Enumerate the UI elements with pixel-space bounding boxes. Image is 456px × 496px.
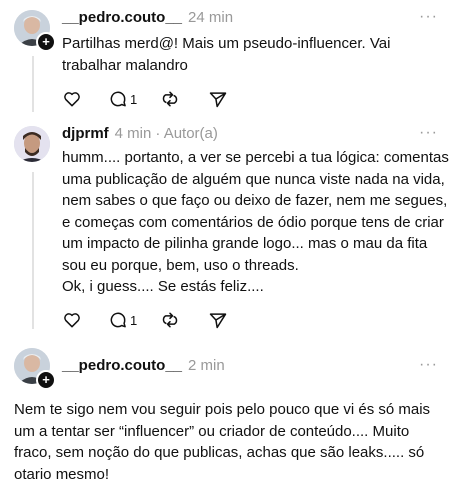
repost-icon [162, 91, 178, 107]
avatar-pedro[interactable]: + [14, 348, 56, 390]
timestamp: 2 min [188, 357, 225, 374]
timestamp: 24 min [188, 9, 234, 26]
like-button[interactable] [62, 88, 82, 110]
avatar-image [14, 126, 50, 162]
comment-icon [110, 91, 126, 107]
repost-icon [162, 312, 178, 328]
post-header: __pedro.couto__ 24 min [62, 9, 233, 26]
reply-button[interactable]: 1 [108, 88, 137, 110]
share-button[interactable] [208, 88, 228, 110]
reply-count: 1 [130, 312, 138, 328]
post-text: humm.... portanto, a ver se percebi a tu… [62, 149, 449, 295]
thread-line [32, 172, 34, 329]
share-button[interactable] [208, 309, 228, 331]
timestamp: 4 min [114, 125, 152, 142]
more-options-icon[interactable]: ··· [419, 124, 438, 142]
thread-line [32, 56, 34, 112]
avatar-djprmf[interactable] [14, 126, 52, 164]
post-text: Nem te sigo nem vou seguir pois pelo pou… [14, 401, 431, 483]
follow-plus-icon[interactable]: + [36, 32, 56, 52]
more-options-icon[interactable]: ··· [419, 8, 438, 26]
heart-icon [64, 92, 80, 107]
heart-icon [64, 313, 80, 328]
username[interactable]: djprmf [62, 125, 109, 142]
username[interactable]: __pedro.couto__ [62, 9, 182, 26]
post-header: djprmf 4 min · Autor(a) [62, 125, 218, 142]
avatar-pedro[interactable]: + [14, 10, 56, 52]
post-text: Partilhas merd@! Mais um pseudo-influenc… [62, 35, 391, 74]
reply-count: 1 [130, 91, 138, 107]
comment-icon [110, 312, 126, 328]
repost-button[interactable] [160, 309, 180, 331]
send-icon [209, 92, 227, 108]
reply-button[interactable]: 1 [108, 309, 137, 331]
post-header: __pedro.couto__ 2 min [62, 357, 225, 374]
like-button[interactable] [62, 309, 82, 331]
follow-plus-icon[interactable]: + [36, 370, 56, 390]
repost-button[interactable] [160, 88, 180, 110]
username[interactable]: __pedro.couto__ [62, 357, 182, 374]
send-icon [209, 313, 227, 329]
author-tag: · Autor(a) [155, 125, 218, 142]
more-options-icon[interactable]: ··· [419, 356, 438, 374]
